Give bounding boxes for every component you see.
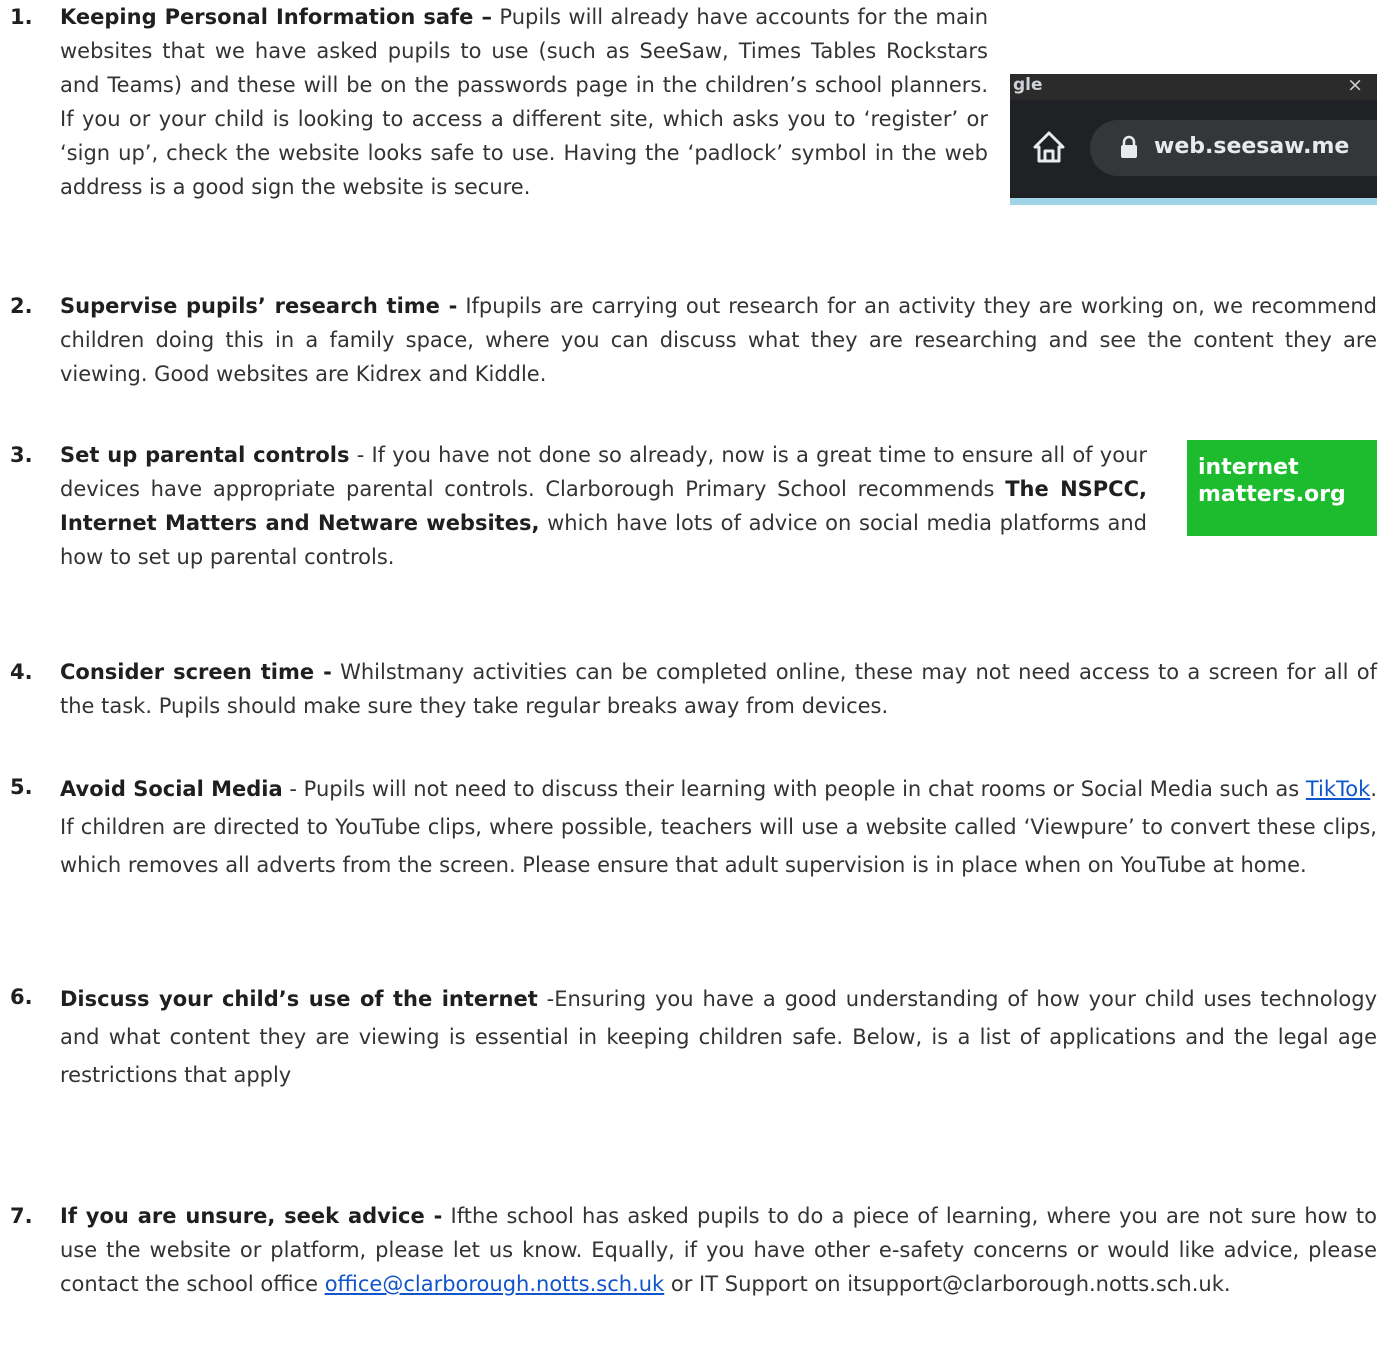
browser-tab-strip [1010,74,1377,100]
item-number: 3. [10,443,33,467]
office-email-link[interactable]: office@clarborough.notts.sch.uk [325,1272,665,1296]
padlock-icon [1121,135,1137,158]
item-heading: Supervise pupils’ research time - [60,294,458,318]
item-heading: Discuss your child’s use of the internet [60,987,538,1011]
item-body: Avoid Social Media - Pupils will not nee… [60,770,1377,884]
logo-line: internet [1198,455,1299,480]
item-body: Discuss your child’s use of the internet… [60,980,1377,1094]
item-body: gle × web.seesaw.me Keeping Personal Inf… [60,0,1377,211]
internet-matters-logo: internet matters.org [1187,440,1377,536]
item-heading: Avoid Social Media [60,777,283,801]
item-number: 1. [10,5,33,29]
item-body: If you are unsure, seek advice - Ifthe s… [60,1199,1377,1301]
item-body: Supervise pupils’ research time - Ifpupi… [60,289,1377,391]
item-heading: If you are unsure, seek advice - [60,1204,443,1228]
item-text: - Pupils will not need to discuss their … [282,777,1306,801]
item-number: 6. [10,985,33,1009]
item-body: Consider screen time - Whilstmany activi… [60,655,1377,723]
address-bar: web.seesaw.me [1090,120,1377,176]
tiktok-link[interactable]: TikTok [1306,777,1370,801]
logo-line: matters.org [1198,482,1346,507]
item-heading: Keeping Personal Information safe – [60,5,492,29]
item-text: Pupils will already have accounts for th… [60,5,989,199]
page-edge-strip [1010,198,1377,205]
item-number: 5. [10,775,33,799]
item-number: 2. [10,294,33,318]
browser-address-bar-image: gle × web.seesaw.me [1010,74,1377,205]
item-number: 4. [10,660,33,684]
item-number: 7. [10,1204,33,1228]
close-icon: × [1347,74,1363,96]
home-icon [1033,131,1065,163]
item-heading: Set up parental controls [60,443,350,467]
tab-title-fragment: gle [1013,75,1043,95]
item-heading: Consider screen time - [60,660,332,684]
logo-wordmark: internet matters.org [1198,454,1346,508]
url-text: web.seesaw.me [1154,134,1350,159]
item-text: or IT Support on itsupport@clarborough.n… [664,1272,1231,1296]
item-body: internet matters.org Set up parental con… [60,438,1377,574]
